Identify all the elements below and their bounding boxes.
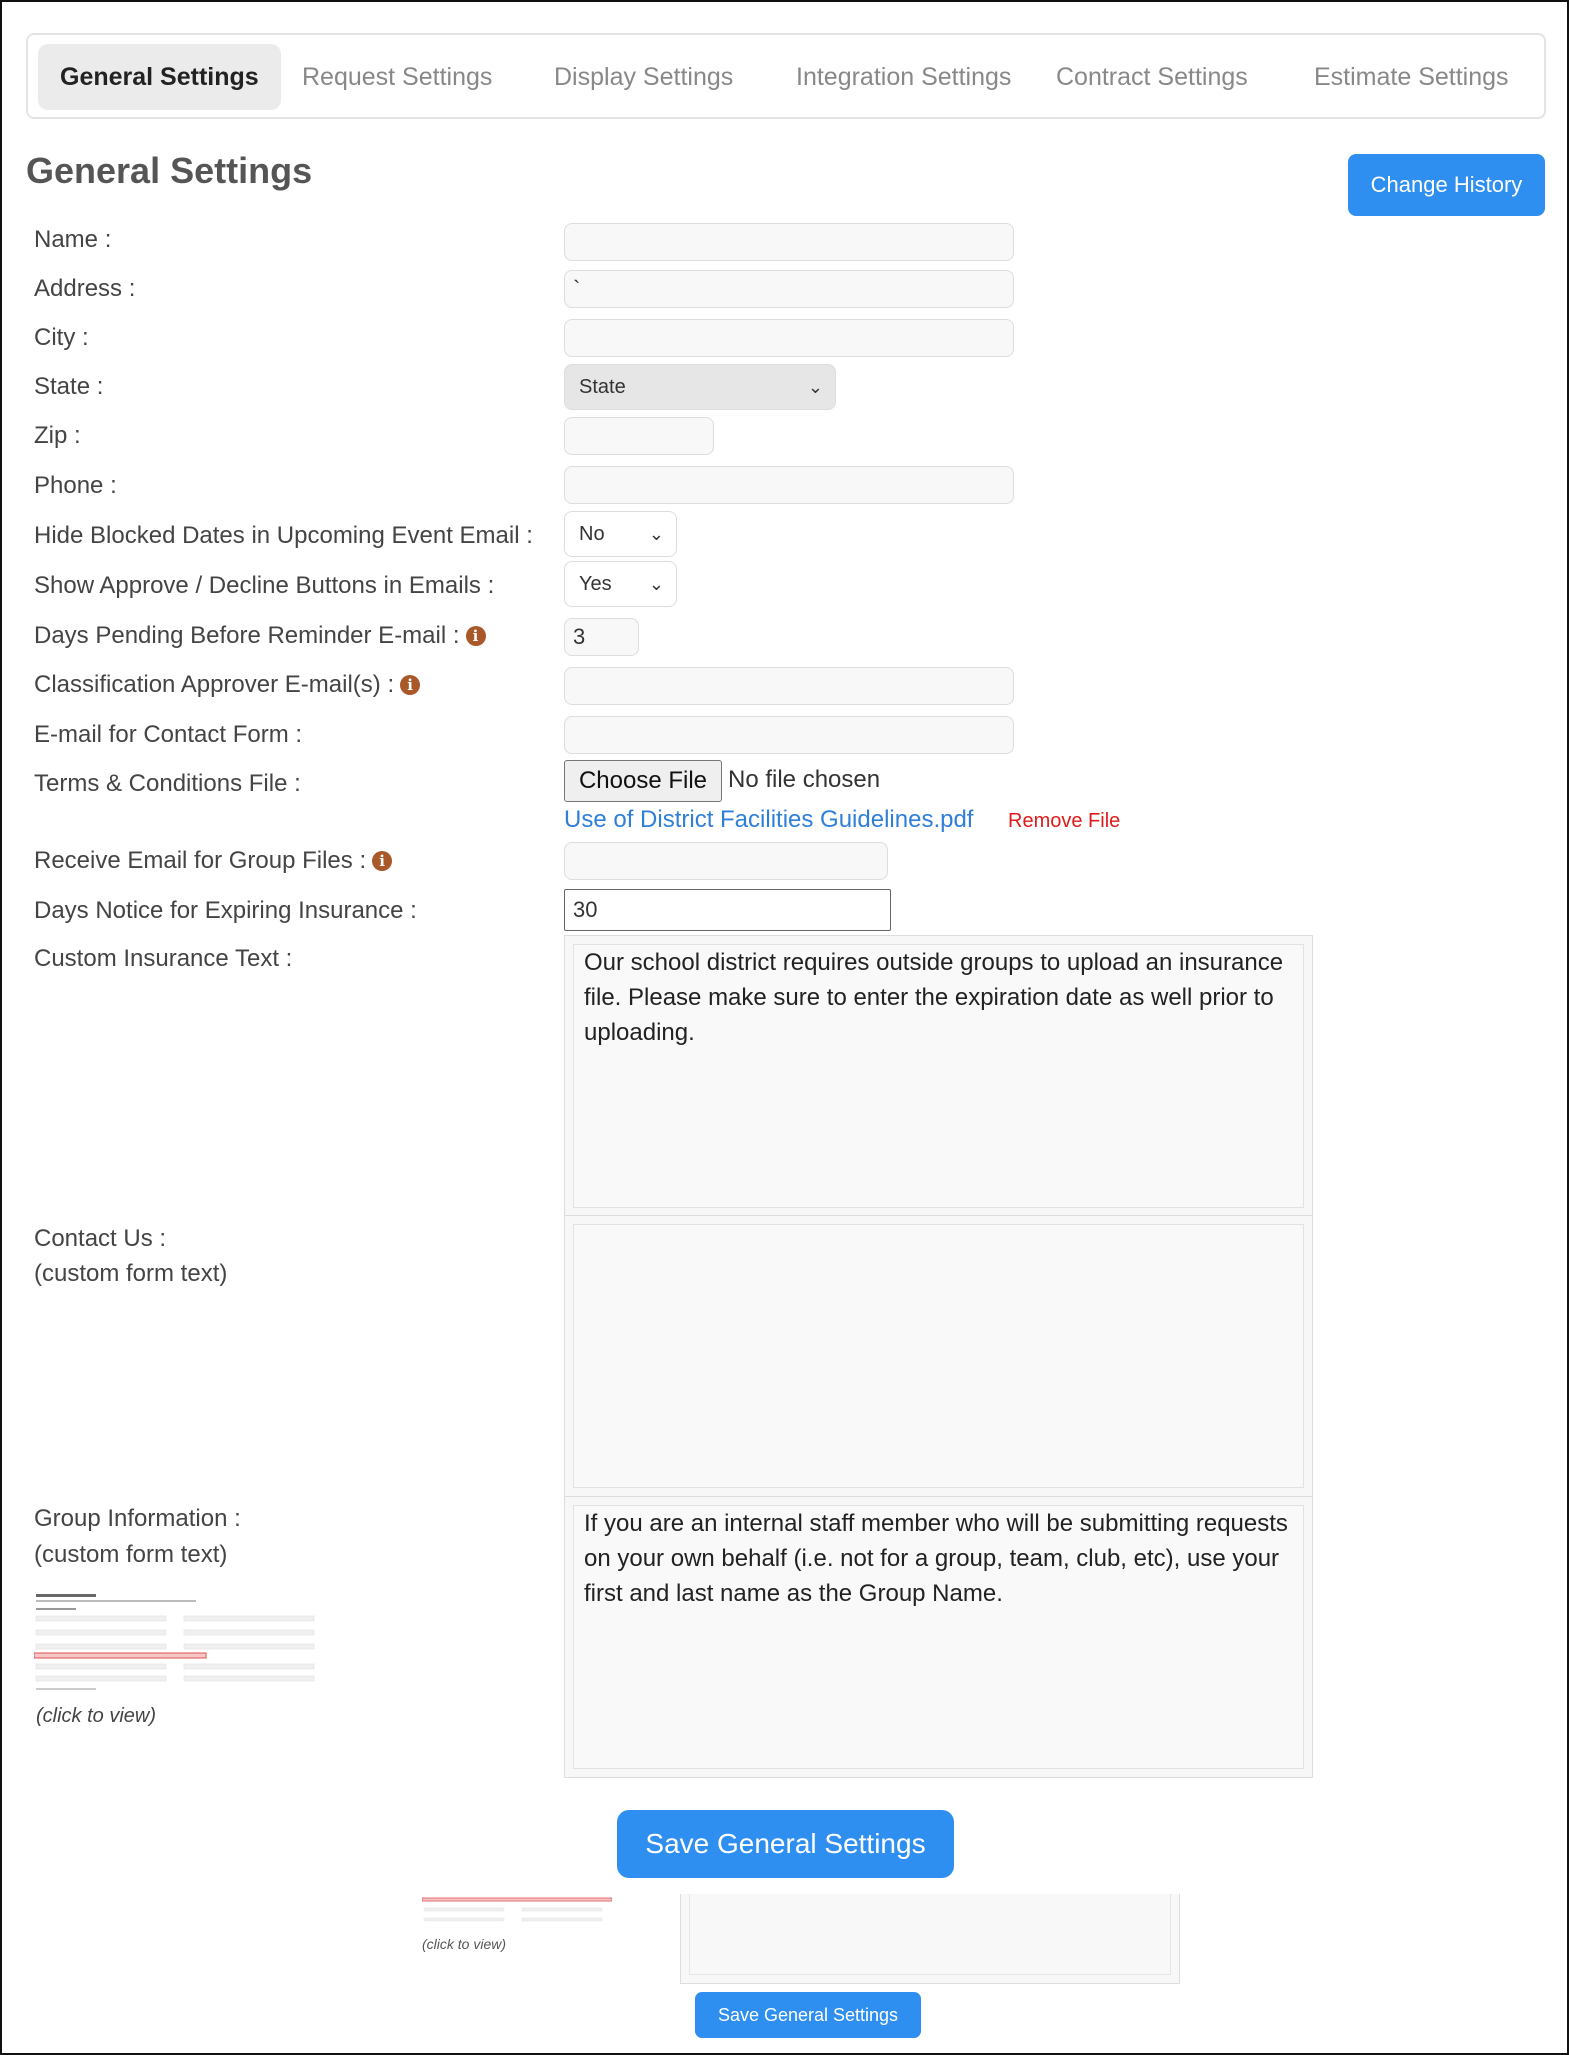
days-pending-label: Days Pending Before Reminder E-mail :i xyxy=(34,622,486,650)
phone-input[interactable] xyxy=(564,466,1014,504)
days-notice-insurance-label: Days Notice for Expiring Insurance : xyxy=(34,897,417,924)
contact-us-text-area[interactable] xyxy=(573,1224,1304,1488)
hide-blocked-dates-value: No xyxy=(579,523,605,545)
group-files-email-label: Receive Email for Group Files :i xyxy=(34,847,393,875)
chevron-down-icon: ⌄ xyxy=(648,574,664,594)
info-icon[interactable]: i xyxy=(372,851,393,871)
classification-approver-label-text: Classification Approver E-mail(s) : xyxy=(34,671,395,698)
days-pending-input[interactable] xyxy=(564,618,639,656)
hide-blocked-dates-label: Hide Blocked Dates in Upcoming Event Ema… xyxy=(34,522,533,549)
chevron-down-icon: ⌄ xyxy=(807,377,823,397)
chevron-down-icon: ⌄ xyxy=(648,524,664,544)
name-label: Name : xyxy=(34,226,112,253)
state-select-value: State xyxy=(579,376,626,398)
contact-us-sublabel: (custom form text) xyxy=(34,1260,228,1287)
ghost-text-area xyxy=(680,1894,1180,1984)
save-general-settings-button[interactable]: Save General Settings xyxy=(617,1810,954,1878)
group-information-editor[interactable]: If you are an internal staff member who … xyxy=(564,1496,1313,1778)
custom-insurance-text-area[interactable]: Our school district requires outside gro… xyxy=(573,944,1304,1208)
group-files-email-input[interactable] xyxy=(564,842,888,880)
terms-file-link[interactable]: Use of District Facilities Guidelines.pd… xyxy=(564,806,973,834)
page-title: General Settings xyxy=(26,150,313,191)
file-status-text: No file chosen xyxy=(728,766,881,793)
contact-us-label: Contact Us : xyxy=(34,1225,167,1252)
city-label: City : xyxy=(34,324,89,351)
tab-general-settings[interactable]: General Settings xyxy=(38,44,281,110)
terms-file-label: Terms & Conditions File : xyxy=(34,770,301,797)
tab-integration-settings[interactable]: Integration Settings xyxy=(774,44,1033,110)
info-icon[interactable]: i xyxy=(400,675,421,695)
remove-file-link[interactable]: Remove File xyxy=(1008,810,1120,833)
custom-insurance-text-label: Custom Insurance Text : xyxy=(34,945,293,972)
settings-tab-bar: General Settings Request Settings Displa… xyxy=(26,33,1546,119)
show-approve-decline-select[interactable]: Yes ⌄ xyxy=(564,561,677,607)
contact-us-editor[interactable] xyxy=(564,1215,1313,1497)
state-select[interactable]: State ⌄ xyxy=(564,364,836,410)
state-label: State : xyxy=(34,373,104,400)
days-pending-label-text: Days Pending Before Reminder E-mail : xyxy=(34,622,460,649)
tab-contract-settings[interactable]: Contract Settings xyxy=(1034,44,1270,110)
days-notice-insurance-input[interactable] xyxy=(564,889,891,931)
contact-form-email-label: E-mail for Contact Form : xyxy=(34,721,303,748)
show-approve-decline-value: Yes xyxy=(579,573,612,595)
zip-label: Zip : xyxy=(34,422,81,449)
classification-approver-input[interactable] xyxy=(564,667,1014,705)
group-information-label: Group Information : xyxy=(34,1505,241,1532)
ghost-save-button[interactable]: Save General Settings xyxy=(695,1992,921,2038)
city-input[interactable] xyxy=(564,319,1014,357)
address-input[interactable] xyxy=(564,270,1014,308)
group-files-email-label-text: Receive Email for Group Files : xyxy=(34,847,367,874)
tab-display-settings[interactable]: Display Settings xyxy=(532,44,755,110)
phone-label: Phone : xyxy=(34,472,117,499)
group-form-thumbnail[interactable] xyxy=(34,1588,339,1698)
address-label: Address : xyxy=(34,275,136,302)
tab-request-settings[interactable]: Request Settings xyxy=(280,44,514,110)
classification-approver-label: Classification Approver E-mail(s) :i xyxy=(34,671,421,699)
contact-form-email-input[interactable] xyxy=(564,716,1014,754)
custom-insurance-text-editor[interactable]: Our school district requires outside gro… xyxy=(564,935,1313,1217)
group-information-text-area[interactable]: If you are an internal staff member who … xyxy=(573,1505,1304,1769)
show-approve-decline-label: Show Approve / Decline Buttons in Emails… xyxy=(34,572,495,599)
zip-input[interactable] xyxy=(564,417,714,455)
ghost-thumbnail-caption: (click to view) xyxy=(422,1936,507,1952)
page-frame: General Settings Request Settings Displa… xyxy=(0,0,1569,2055)
ghost-text-area-inner xyxy=(689,1894,1171,1975)
name-input[interactable] xyxy=(564,223,1014,261)
info-icon[interactable]: i xyxy=(465,626,486,646)
ghost-thumbnail xyxy=(422,1894,612,1934)
choose-file-button[interactable]: Choose File xyxy=(564,760,722,802)
thumbnail-caption: (click to view) xyxy=(36,1705,157,1727)
hide-blocked-dates-select[interactable]: No ⌄ xyxy=(564,511,677,557)
change-history-button[interactable]: Change History xyxy=(1348,154,1545,216)
group-information-sublabel: (custom form text) xyxy=(34,1541,228,1568)
tab-estimate-settings[interactable]: Estimate Settings xyxy=(1292,44,1531,110)
